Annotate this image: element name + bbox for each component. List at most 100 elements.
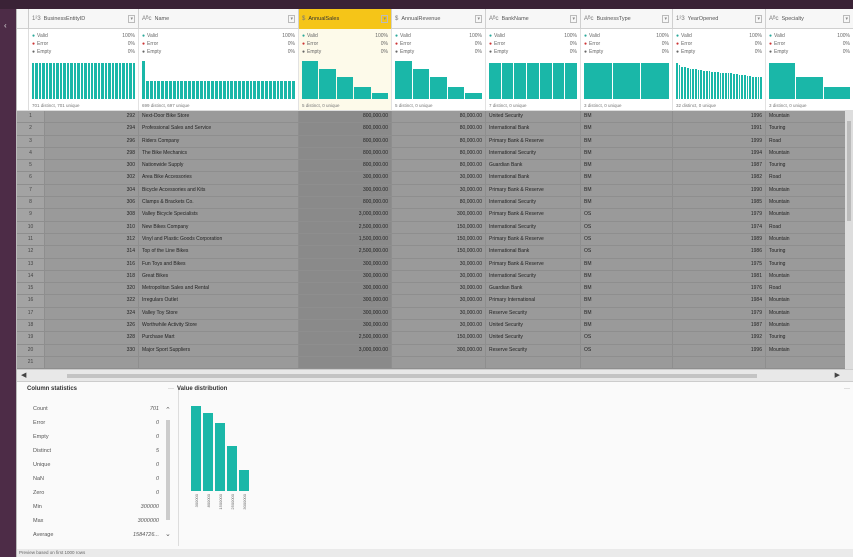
table-cell[interactable]: 150,000.00: [392, 233, 486, 246]
table-cell[interactable]: 800,000.00: [299, 160, 392, 172]
table-row[interactable]: 14 318 Great Bikes 300,000.00 30,000.00 Inter…: [17, 270, 853, 284]
table-cell[interactable]: Reserve Security: [486, 307, 581, 320]
table-cell[interactable]: BM: [581, 295, 673, 307]
table-cell[interactable]: Riders Company: [139, 135, 299, 147]
table-cell[interactable]: 800,000.00: [299, 123, 392, 135]
table-cell[interactable]: 1,500,000.00: [299, 233, 392, 246]
table-row[interactable]: 7 304 Bicycle Accessories and Kits 300,000.…: [17, 184, 853, 198]
table-cell[interactable]: United Security: [486, 111, 581, 123]
table-cell[interactable]: Great Bikes: [139, 270, 299, 283]
table-cell[interactable]: OS: [581, 344, 673, 356]
filter-dropdown-icon[interactable]: ▾: [843, 15, 850, 23]
table-cell[interactable]: Mountain: [766, 320, 853, 331]
table-cell[interactable]: 1994: [673, 147, 766, 160]
table-cell[interactable]: OS: [581, 246, 673, 258]
table-cell[interactable]: BM: [581, 283, 673, 295]
table-cell[interactable]: 1974: [673, 221, 766, 233]
table-cell[interactable]: 300,000.00: [392, 209, 486, 221]
table-cell[interactable]: 800,000.00: [299, 111, 392, 123]
table-cell[interactable]: BM: [581, 111, 673, 123]
table-cell[interactable]: BM: [581, 160, 673, 172]
table-cell[interactable]: 1982: [673, 172, 766, 184]
table-cell[interactable]: Primary Bank & Reserve: [486, 135, 581, 147]
table-cell[interactable]: 298: [45, 147, 139, 160]
table-cell[interactable]: BM: [581, 307, 673, 320]
table-cell[interactable]: Touring: [766, 123, 853, 134]
table-cell[interactable]: [581, 356, 673, 369]
table-cell[interactable]: Major Sport Suppliers: [139, 344, 299, 356]
table-row[interactable]: 6 302 Area Bike Accessories 300,000.00 30,00…: [17, 172, 853, 185]
filter-dropdown-icon[interactable]: ▾: [570, 15, 577, 23]
table-cell[interactable]: BM: [581, 135, 673, 147]
table-cell[interactable]: 306: [45, 197, 139, 209]
table-cell[interactable]: 316: [45, 258, 139, 270]
table-cell[interactable]: 1991: [673, 123, 766, 135]
table-cell[interactable]: 150,000.00: [392, 332, 486, 344]
column-header-businessentityid[interactable]: 1²3 BusinessEntityID ▾: [29, 9, 139, 29]
table-cell[interactable]: 322: [45, 295, 139, 307]
column-type-icon[interactable]: Aᴮc: [769, 16, 779, 22]
table-cell[interactable]: 30,000.00: [392, 172, 486, 184]
table-cell[interactable]: 30,000.00: [392, 295, 486, 307]
table-cell[interactable]: Primary Bank & Reserve: [486, 258, 581, 270]
table-cell[interactable]: Mountain: [766, 148, 853, 159]
table-cell[interactable]: Road: [766, 222, 853, 233]
table-cell[interactable]: Nationwide Supply: [139, 160, 299, 172]
table-cell[interactable]: 800,000.00: [299, 197, 392, 209]
table-cell[interactable]: 1979: [673, 209, 766, 221]
table-cell[interactable]: Guardian Bank: [486, 160, 581, 172]
table-cell[interactable]: Primary Bank & Reserve: [486, 209, 581, 221]
table-cell[interactable]: [766, 357, 853, 368]
table-cell[interactable]: BM: [581, 270, 673, 283]
column-statistics-more-icon[interactable]: ···: [168, 386, 174, 392]
table-cell[interactable]: 80,000.00: [392, 197, 486, 209]
table-row[interactable]: 18 326 Worthwhile Activity Store 300,000.00…: [17, 320, 853, 333]
table-row[interactable]: 8 306 Clamps & Brackets Co. 800,000.00 80,00…: [17, 197, 853, 210]
collapse-arrow-icon[interactable]: ‹: [4, 21, 7, 30]
table-cell[interactable]: OS: [581, 332, 673, 344]
table-cell[interactable]: 318: [45, 270, 139, 283]
table-cell[interactable]: [673, 356, 766, 369]
table-cell[interactable]: 1975: [673, 258, 766, 270]
table-cell[interactable]: 30,000.00: [392, 307, 486, 320]
table-cell[interactable]: Primary Bank & Reserve: [486, 184, 581, 197]
column-type-icon[interactable]: 1²3: [32, 16, 41, 22]
column-header-bankname[interactable]: Aᴮc BankName ▾: [486, 9, 581, 29]
table-cell[interactable]: 324: [45, 307, 139, 320]
column-header-specialty[interactable]: Aᴮc Specialty ▾: [766, 9, 853, 29]
table-cell[interactable]: 3,000,000.00: [299, 209, 392, 221]
table-cell[interactable]: Touring: [766, 160, 853, 171]
queries-pane-collapsed[interactable]: ‹: [0, 9, 16, 557]
table-cell[interactable]: 1985: [673, 197, 766, 209]
table-cell[interactable]: The Bike Mechanics: [139, 147, 299, 160]
table-cell[interactable]: Road: [766, 283, 853, 294]
filter-dropdown-icon[interactable]: ▾: [755, 15, 762, 23]
table-cell[interactable]: Touring: [766, 332, 853, 343]
table-row[interactable]: 12 314 Top of the Line Bikes 2,500,000.00 15…: [17, 246, 853, 259]
table-cell[interactable]: Metropolitan Sales and Rental: [139, 283, 299, 295]
table-cell[interactable]: [45, 356, 139, 369]
table-cell[interactable]: OS: [581, 221, 673, 233]
scroll-right-icon[interactable]: ▶: [835, 371, 840, 379]
column-type-icon[interactable]: $: [395, 16, 398, 22]
table-cell[interactable]: Vinyl and Plastic Goods Corporation: [139, 233, 299, 246]
table-cell[interactable]: 310: [45, 221, 139, 233]
distribution-bar[interactable]: [227, 445, 237, 491]
table-cell[interactable]: 300,000.00: [299, 172, 392, 184]
table-cell[interactable]: 302: [45, 172, 139, 184]
table-cell[interactable]: Bicycle Accessories and Kits: [139, 184, 299, 197]
table-cell[interactable]: Next-Door Bike Store: [139, 111, 299, 123]
column-type-icon[interactable]: $: [302, 16, 305, 22]
table-cell[interactable]: 150,000.00: [392, 221, 486, 233]
table-cell[interactable]: 1996: [673, 344, 766, 356]
table-cell[interactable]: 300,000.00: [299, 184, 392, 197]
table-row[interactable]: 11 312 Vinyl and Plastic Goods Corporation…: [17, 233, 853, 247]
table-cell[interactable]: 320: [45, 283, 139, 295]
table-cell[interactable]: BM: [581, 197, 673, 209]
table-row[interactable]: 17 324 Valley Toy Store 300,000.00 30,000.00…: [17, 307, 853, 321]
table-cell[interactable]: 2,500,000.00: [299, 221, 392, 233]
table-cell[interactable]: 300,000.00: [299, 320, 392, 332]
column-header-name[interactable]: Aᴮc Name ▾: [139, 9, 299, 29]
table-cell[interactable]: 330: [45, 344, 139, 356]
table-cell[interactable]: Fun Toys and Bikes: [139, 258, 299, 270]
